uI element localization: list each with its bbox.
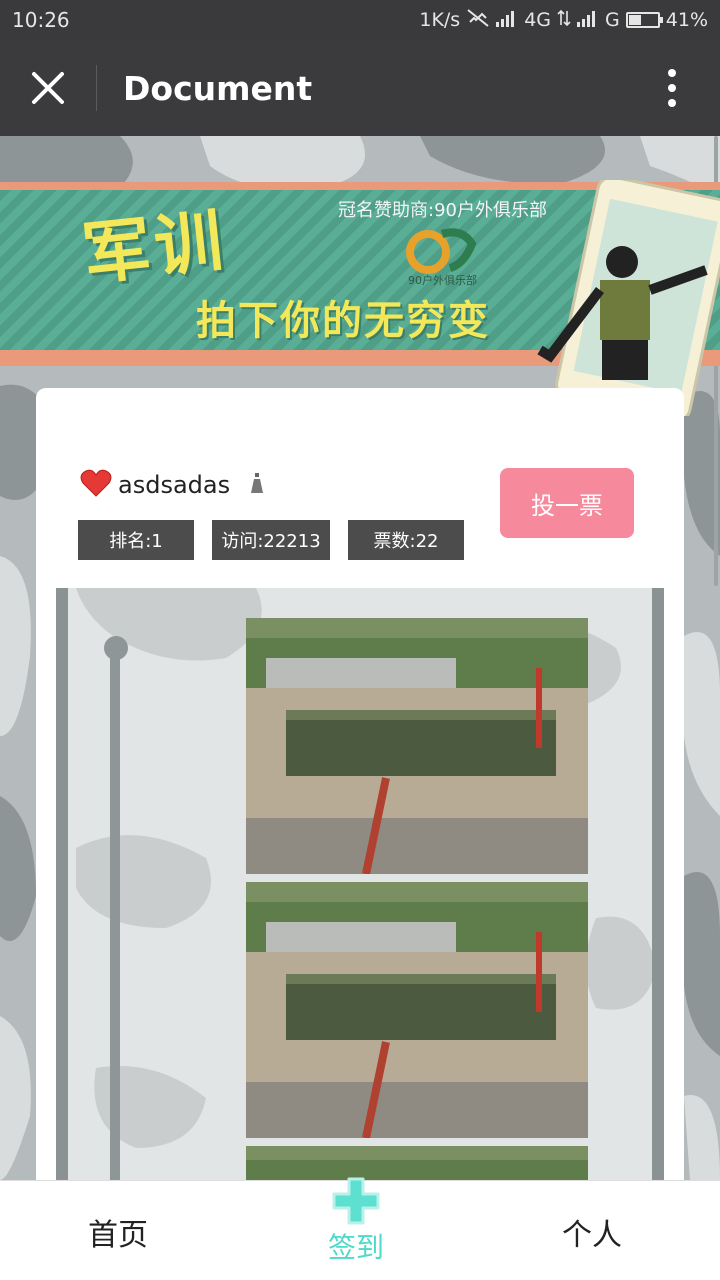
header-divider [96,65,97,111]
decorative-pole-knob [104,636,128,660]
signal-icon [496,9,518,32]
nav-sign-label: 签到 [327,1231,384,1264]
network-type-2: G [605,9,620,31]
gallery-photo-2[interactable] [246,882,588,1138]
banner-subtitle: 拍下你的无穷变 [196,298,490,344]
logo-text: 90户外俱乐部 [408,273,477,287]
battery-icon [625,12,663,28]
profile-name-row: asdsadas [80,468,264,502]
club-logo: 90户外俱乐部 [402,224,502,288]
nav-home[interactable]: 首页 [88,1210,148,1254]
more-button[interactable] [624,40,720,136]
close-button[interactable] [0,40,96,136]
plus-icon [332,1177,380,1225]
profile-stats: 排名:1 访问:22213 票数:22 [78,520,464,560]
stat-visits: 访问:22213 [212,520,330,560]
page-title: Document [123,68,313,108]
data-arrows-icon [557,9,571,32]
banner-title: 军训 [78,201,231,296]
profile-name: asdsadas [118,471,231,499]
close-icon [32,72,64,104]
battery-level: 41% [665,9,708,31]
app-header: Document [0,40,720,136]
person-icon [250,472,264,498]
gallery-photo-3[interactable] [246,1146,588,1180]
signal-icon-2 [577,9,599,32]
phone-illustration [530,175,720,423]
more-vertical-icon [668,69,676,107]
gallery-photo-1[interactable] [246,618,588,874]
banner-sponsor: 冠名赞助商:90户外俱乐部 [338,200,547,221]
network-speed: 1K/s [419,9,461,31]
status-bar: 10:26 1K/s 4G G 41% [0,0,720,40]
vote-button[interactable]: 投一票 [500,468,634,538]
nav-profile[interactable]: 个人 [562,1210,622,1254]
nav-sign-in[interactable]: 签到 [312,1176,400,1280]
heart-icon [80,468,112,502]
stat-rank: 排名:1 [78,520,194,560]
stat-votes: 票数:22 [348,520,464,560]
decorative-pole [110,648,120,1188]
mute-icon [466,8,490,33]
network-type-1: 4G [524,9,552,31]
status-time: 10:26 [12,8,70,32]
